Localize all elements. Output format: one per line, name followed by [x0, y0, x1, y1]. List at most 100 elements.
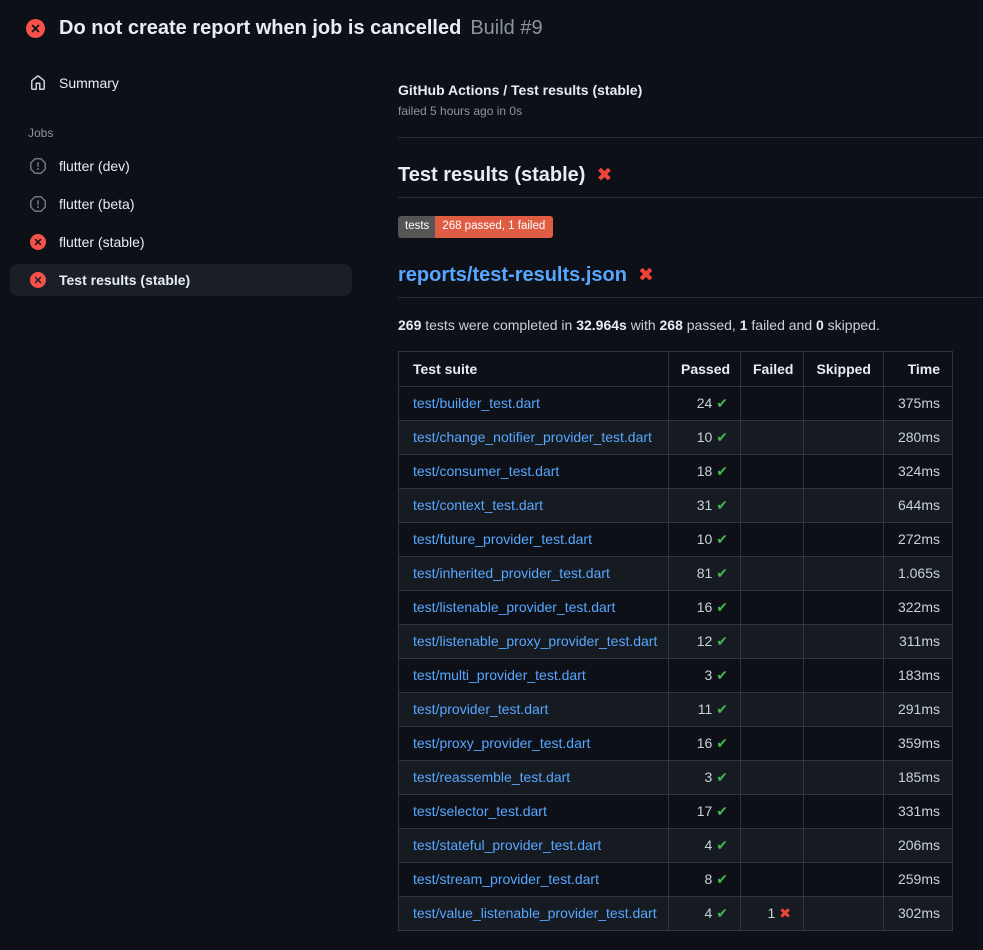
skipped-cell — [804, 624, 884, 658]
table-row: test/reassemble_test.dart3✔185ms — [399, 760, 953, 794]
cross-icon: ✖ — [779, 905, 791, 921]
skipped-cell — [804, 658, 884, 692]
time-cell: 311ms — [884, 624, 953, 658]
passed-cell: 10✔ — [669, 522, 741, 556]
check-icon: ✔ — [716, 701, 728, 717]
table-row: test/future_provider_test.dart 10✔ 272ms — [399, 522, 953, 556]
badge-value: 268 passed, 1 failed — [435, 216, 553, 238]
suite-link[interactable]: test/consumer_test.dart — [413, 463, 559, 479]
table-row: test/selector_test.dart 17✔ 331ms — [399, 794, 953, 828]
failed-cell — [741, 624, 804, 658]
passed-cell: 11✔ — [669, 692, 741, 726]
suite-link[interactable]: test/change_notifier_provider_test.dart — [413, 429, 652, 445]
time-cell: 644ms — [884, 488, 953, 522]
table-row: test/inherited_provider_test.dart81✔1.06… — [399, 556, 953, 590]
table-row: test/proxy_provider_test.dart16✔359ms — [399, 726, 953, 760]
passed-cell: 17✔ — [669, 794, 741, 828]
job-label: flutter (beta) — [59, 196, 134, 212]
run-meta: failed 5 hours ago in 0s — [398, 104, 983, 118]
summary-segment: tests were completed in — [421, 317, 576, 333]
jobs-list: flutter (dev) flutter (beta) flutter (stab… — [10, 150, 352, 296]
section-heading: Test results (stable) ✖ — [398, 164, 983, 198]
time-cell: 331ms — [884, 794, 953, 828]
check-icon: ✔ — [716, 803, 728, 819]
suite-cell: test/inherited_provider_test.dart — [399, 556, 669, 590]
suite-link[interactable]: test/reassemble_test.dart — [413, 769, 570, 785]
run-header: Do not create report when job is cancell… — [0, 0, 983, 49]
skipped-cell — [804, 386, 884, 420]
suite-link[interactable]: test/inherited_provider_test.dart — [413, 565, 610, 581]
check-icon: ✔ — [716, 497, 728, 513]
skipped-cell — [804, 760, 884, 794]
job-label: Test results (stable) — [59, 272, 190, 288]
sidebar-item-job[interactable]: Test results (stable) — [10, 264, 352, 296]
passed-cell: 18✔ — [669, 454, 741, 488]
suite-link[interactable]: test/stateful_provider_test.dart — [413, 837, 601, 853]
failed-cell — [741, 420, 804, 454]
suite-cell: test/builder_test.dart — [399, 386, 669, 420]
passed-cell: 3✔ — [669, 760, 741, 794]
time-cell: 272ms — [884, 522, 953, 556]
suite-link[interactable]: test/context_test.dart — [413, 497, 543, 513]
suite-link[interactable]: test/stream_provider_test.dart — [413, 871, 599, 887]
summary-segment: skipped. — [824, 317, 880, 333]
sidebar-item-summary[interactable]: Summary — [10, 67, 352, 99]
table-row: test/multi_provider_test.dart3✔183ms — [399, 658, 953, 692]
suite-cell: test/value_listenable_provider_test.dart — [399, 896, 669, 930]
sidebar-item-job[interactable]: flutter (stable) — [10, 226, 352, 258]
summary-segment: 32.964s — [576, 317, 627, 333]
suite-link[interactable]: test/builder_test.dart — [413, 395, 540, 411]
table-row: test/value_listenable_provider_test.dart… — [399, 896, 953, 930]
failed-cell — [741, 692, 804, 726]
failed-cell — [741, 488, 804, 522]
suite-link[interactable]: test/provider_test.dart — [413, 701, 548, 717]
suite-cell: test/stream_provider_test.dart — [399, 862, 669, 896]
suite-link[interactable]: test/selector_test.dart — [413, 803, 547, 819]
run-title-text: Do not create report when job is cancell… — [59, 17, 461, 39]
summary-segment: 268 — [660, 317, 683, 333]
failed-cell — [741, 590, 804, 624]
table-row: test/builder_test.dart24✔375ms — [399, 386, 953, 420]
passed-cell: 3✔ — [669, 658, 741, 692]
suite-cell: test/listenable_proxy_provider_test.dart — [399, 624, 669, 658]
suite-cell: test/selector_test.dart — [399, 794, 669, 828]
check-icon: ✔ — [716, 429, 728, 445]
suite-link[interactable]: test/proxy_provider_test.dart — [413, 735, 590, 751]
table-row: test/provider_test.dart11✔291ms — [399, 692, 953, 726]
report-file-link[interactable]: reports/test-results.json — [398, 264, 627, 287]
suite-link[interactable]: test/future_provider_test.dart — [413, 531, 592, 547]
passed-cell: 12✔ — [669, 624, 741, 658]
table-row: test/listenable_provider_test.dart16✔322… — [399, 590, 953, 624]
sidebar-item-job[interactable]: flutter (beta) — [10, 188, 352, 220]
time-cell: 322ms — [884, 590, 953, 624]
suite-cell: test/future_provider_test.dart — [399, 522, 669, 556]
suite-cell: test/consumer_test.dart — [399, 454, 669, 488]
suite-link[interactable]: test/listenable_provider_test.dart — [413, 599, 615, 615]
summary-segment: 0 — [816, 317, 824, 333]
passed-cell: 24✔ — [669, 386, 741, 420]
suite-link[interactable]: test/multi_provider_test.dart — [413, 667, 586, 683]
suite-cell: test/reassemble_test.dart — [399, 760, 669, 794]
skipped-cell — [804, 590, 884, 624]
failed-cell — [741, 556, 804, 590]
passed-cell: 4✔ — [669, 828, 741, 862]
skipped-cell — [804, 454, 884, 488]
skipped-cell — [804, 692, 884, 726]
build-number: Build #9 — [470, 17, 542, 39]
suite-link[interactable]: test/value_listenable_provider_test.dart — [413, 905, 657, 921]
check-icon: ✔ — [716, 905, 728, 921]
skipped-cell — [804, 896, 884, 930]
failed-cell — [741, 522, 804, 556]
summary-segment: 269 — [398, 317, 421, 333]
passed-cell: 8✔ — [669, 862, 741, 896]
sidebar-item-job[interactable]: flutter (dev) — [10, 150, 352, 182]
skipped-cell — [804, 556, 884, 590]
time-cell: 259ms — [884, 862, 953, 896]
cross-mark-icon: ✖ — [596, 166, 612, 185]
suite-cell: test/multi_provider_test.dart — [399, 658, 669, 692]
job-label: flutter (dev) — [59, 158, 130, 174]
check-icon: ✔ — [716, 837, 728, 853]
summary-segment: passed, — [683, 317, 740, 333]
suite-link[interactable]: test/listenable_proxy_provider_test.dart — [413, 633, 657, 649]
suite-cell: test/change_notifier_provider_test.dart — [399, 420, 669, 454]
